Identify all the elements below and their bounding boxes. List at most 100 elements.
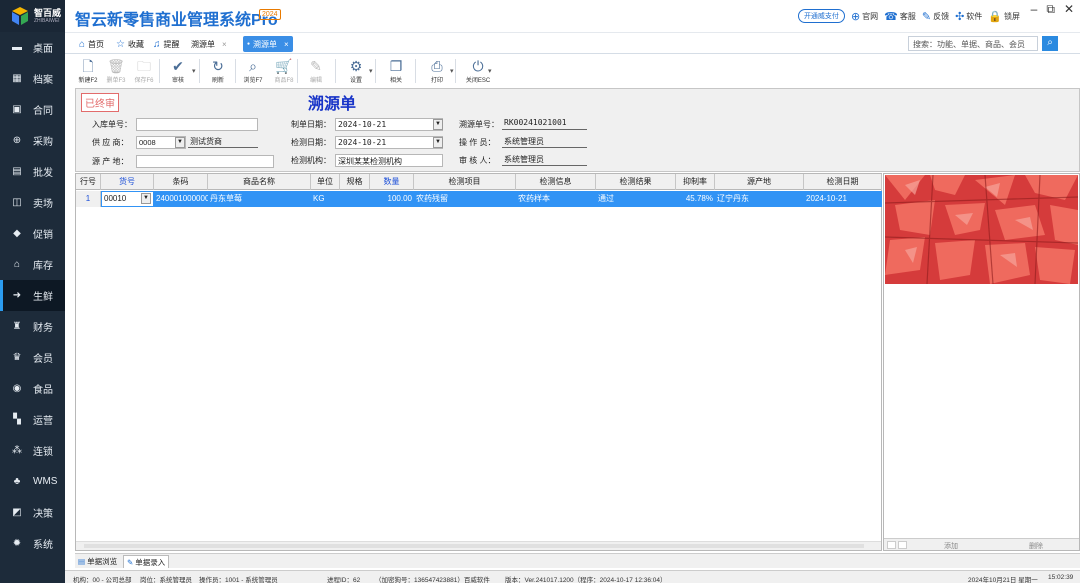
tool-label: 刷新: [211, 78, 224, 84]
cell-spec[interactable]: [340, 191, 370, 207]
chevron-down-icon[interactable]: ▼: [433, 137, 443, 148]
title-link-globe[interactable]: ⊕ 官网: [851, 10, 878, 23]
sidebar-item-wms[interactable]: ♣ WMS: [0, 466, 65, 497]
inspect-date-label: 检测日期：: [291, 138, 331, 147]
edit-button[interactable]: ✎ 编辑: [303, 57, 329, 84]
search-icon[interactable]: ⌕: [1042, 36, 1058, 51]
sidebar-item-store[interactable]: ◫ 卖场: [0, 187, 65, 218]
title-link-apps[interactable]: ✣ 软件: [955, 10, 982, 23]
add-image-button[interactable]: 添加: [944, 541, 958, 551]
tab-1[interactable]: ☆ 收藏: [112, 36, 148, 52]
column-header-qty[interactable]: 数量: [370, 174, 414, 190]
cell-rate[interactable]: 45.78%: [676, 191, 715, 207]
sidebar-item-purchase[interactable]: ⊕ 采购: [0, 125, 65, 156]
title-link-support[interactable]: ☎ 客服: [884, 10, 916, 23]
chevron-down-icon[interactable]: ▼: [175, 137, 185, 148]
sidebar-item-operations[interactable]: ▚ 运营: [0, 404, 65, 435]
title-link-feedback[interactable]: ✎ 反馈: [922, 10, 949, 23]
column-header-result[interactable]: 检测结果: [596, 174, 676, 190]
column-header-row_no[interactable]: 行号: [76, 174, 101, 190]
pay-button[interactable]: 开通威支付: [797, 9, 845, 23]
tab-4[interactable]: ● 溯源单 ×: [243, 36, 293, 52]
sidebar-item-system[interactable]: ✹ 系统: [0, 528, 65, 559]
search-input[interactable]: 搜索：功能、单据、商品、会员: [908, 36, 1038, 51]
refresh-button[interactable]: ↻ 刷新: [205, 57, 231, 84]
column-header-test_item[interactable]: 检测项目: [414, 174, 516, 190]
cell-unit[interactable]: KG: [311, 191, 340, 207]
cell-origin[interactable]: 辽宁丹东: [715, 191, 804, 207]
column-header-origin[interactable]: 源产地: [715, 174, 804, 190]
folder-icon: 🗀: [137, 58, 151, 74]
horizontal-scrollbar[interactable]: [76, 541, 881, 550]
prev-image-icon[interactable]: [887, 541, 896, 549]
close-tab-icon[interactable]: ×: [222, 40, 227, 49]
sidebar-item-archive[interactable]: ▦ 档案: [0, 63, 65, 94]
tab-0[interactable]: ⌂ 首页: [75, 36, 108, 52]
column-header-barcode[interactable]: 条码: [154, 174, 208, 190]
table-row[interactable]: 100010▼2400010000000丹东草莓KG100.00农药残留农药样本…: [76, 191, 882, 207]
column-header-unit[interactable]: 单位: [311, 174, 340, 190]
next-image-icon[interactable]: [898, 541, 907, 549]
column-header-item_no[interactable]: 货号: [101, 174, 154, 190]
close-icon[interactable]: ✕: [1064, 2, 1074, 17]
detail-grid[interactable]: 行号 货号 条码 商品名称 单位 规格 数量 检测项目 检测信息 检测结果 抑制率 源产地 检测日期 1…: [75, 173, 882, 551]
tab-2[interactable]: ♫ 提醒: [149, 36, 184, 52]
sidebar-item-inventory[interactable]: ⌂ 库存: [0, 249, 65, 280]
column-header-name[interactable]: 商品名称: [208, 174, 311, 190]
print-button[interactable]: ⎙ 打印: [424, 57, 450, 84]
cell-qty[interactable]: 100.00: [370, 191, 414, 207]
tab-3[interactable]: 溯源单 ×: [187, 36, 231, 52]
chevron-down-icon[interactable]: ▼: [141, 193, 151, 204]
sidebar-item-promotion[interactable]: ◆ 促销: [0, 218, 65, 249]
cell-result[interactable]: 通过: [596, 191, 676, 207]
column-header-test_info[interactable]: 检测信息: [516, 174, 596, 190]
sidebar-item-fresh[interactable]: ➜ 生鲜: [0, 280, 65, 311]
cart-button[interactable]: 🛒 商品F8: [271, 57, 297, 84]
inbound-no-field[interactable]: [136, 118, 258, 131]
status-stamp: 已终审: [81, 93, 119, 112]
approve-button[interactable]: ✔ 审核: [165, 57, 191, 84]
sidebar-item-wholesale[interactable]: ▤ 批发: [0, 156, 65, 187]
column-header-date[interactable]: 检测日期: [804, 174, 882, 190]
dropdown-approve-icon[interactable]: ▾: [192, 67, 196, 75]
make-date-field[interactable]: 2024-10-21: [335, 118, 443, 131]
column-header-rate[interactable]: 抑制率: [676, 174, 715, 190]
sidebar-item-desktop[interactable]: ▬ 桌面: [0, 32, 65, 63]
dropdown-settings-icon[interactable]: ▾: [369, 67, 373, 75]
sidebar-item-contract[interactable]: ▣ 合同: [0, 94, 65, 125]
sidebar-item-decision[interactable]: ◩ 决策: [0, 497, 65, 528]
food-icon: ◉: [12, 383, 22, 394]
sidebar-item-label: 决策: [33, 509, 53, 520]
new-doc-button[interactable]: 🗋 新建F2: [75, 57, 101, 84]
inspect-date-field[interactable]: 2024-10-21: [335, 136, 443, 149]
trash-button[interactable]: 🗑 删单F3: [103, 57, 129, 84]
folder-button[interactable]: 🗀 保存F6: [131, 57, 157, 84]
dropdown-related-icon[interactable]: ▾: [450, 67, 454, 75]
cell-name[interactable]: 丹东草莓: [208, 191, 311, 207]
sidebar-item-finance[interactable]: ♜ 财务: [0, 311, 65, 342]
cell-date[interactable]: 2024-10-21: [804, 191, 882, 207]
sidebar-item-chain[interactable]: ⁂ 连锁: [0, 435, 65, 466]
origin-field[interactable]: [136, 155, 274, 168]
chevron-down-icon[interactable]: ▼: [433, 119, 443, 130]
restore-icon[interactable]: ⧉: [1046, 2, 1055, 17]
bottom-tab-0[interactable]: ▤ 单据浏览: [75, 555, 120, 568]
cell-test_info[interactable]: 农药样本: [516, 191, 596, 207]
bottom-tab-1[interactable]: ✎ 单据录入: [123, 555, 170, 568]
browse-button[interactable]: ⌕ 浏览F7: [240, 57, 266, 84]
dropdown-print-icon[interactable]: ▾: [488, 67, 492, 75]
minimize-icon[interactable]: –: [1031, 2, 1038, 17]
related-button[interactable]: ❐ 相关: [383, 57, 409, 84]
title-link-lock[interactable]: 🔒 锁屏: [988, 10, 1020, 23]
title-link-label: 反馈: [933, 11, 950, 21]
scroll-thumb[interactable]: [84, 544, 864, 548]
sidebar-item-food[interactable]: ◉ 食品: [0, 373, 65, 404]
column-header-spec[interactable]: 规格: [340, 174, 370, 190]
gear-button[interactable]: ⚙ 设置: [343, 57, 369, 84]
sidebar-item-member[interactable]: ♛ 会员: [0, 342, 65, 373]
cell-barcode[interactable]: 2400010000000: [154, 191, 208, 207]
delete-image-button[interactable]: 删除: [1029, 541, 1043, 551]
cell-test_item[interactable]: 农药残留: [414, 191, 516, 207]
inspect-org-field[interactable]: 深圳某某检测机构: [335, 154, 443, 167]
close-tab-icon[interactable]: ×: [284, 40, 289, 49]
